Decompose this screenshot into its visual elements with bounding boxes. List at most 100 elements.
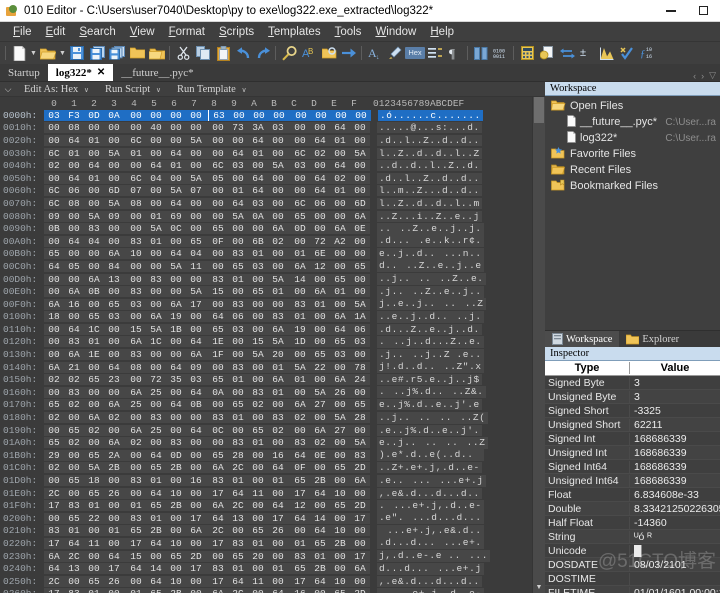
- hex-byte[interactable]: 00: [268, 198, 288, 209]
- hex-byte[interactable]: 2B: [310, 563, 330, 574]
- hex-byte[interactable]: 10: [166, 538, 186, 549]
- hex-byte[interactable]: 00: [166, 425, 186, 436]
- menu-format[interactable]: Format: [162, 24, 212, 40]
- hex-byte[interactable]: 6A: [330, 223, 350, 234]
- hex-byte[interactable]: 01: [228, 374, 248, 385]
- hex-byte[interactable]: 65: [330, 336, 350, 347]
- hex-byte[interactable]: 15: [126, 551, 146, 562]
- hex-byte[interactable]: 00: [44, 349, 64, 360]
- hex-byte[interactable]: 17: [186, 513, 206, 524]
- byte-order-icon[interactable]: [425, 43, 445, 63]
- hex-byte[interactable]: 83: [268, 311, 288, 322]
- hex-byte[interactable]: 00: [186, 148, 206, 159]
- hex-byte[interactable]: 00: [228, 223, 248, 234]
- hex-byte[interactable]: 00: [146, 261, 166, 272]
- hex-byte[interactable]: 00: [166, 412, 186, 423]
- hex-byte[interactable]: 2B: [146, 525, 166, 536]
- tree-item[interactable]: Open Files: [545, 98, 720, 114]
- hex-row[interactable]: 00B0h: 65 00 00 6A 10 00 64 04 00 83 01 00 01 6E 00 00 e.…: [0, 247, 532, 261]
- hex-byte[interactable]: 6A: [126, 387, 146, 398]
- hex-byte[interactable]: 00: [126, 311, 146, 322]
- hex-row-ascii[interactable]: .e"....d...d...: [377, 512, 484, 525]
- hex-byte[interactable]: 09: [104, 211, 124, 222]
- hex-byte[interactable]: 00: [84, 248, 104, 259]
- hex-byte[interactable]: 5A: [350, 299, 370, 310]
- hex-byte[interactable]: 00: [268, 437, 288, 448]
- hex-byte[interactable]: 83: [228, 538, 248, 549]
- hex-byte[interactable]: 64: [186, 387, 206, 398]
- hex-byte[interactable]: 04: [84, 236, 104, 247]
- hex-row-ascii[interactable]: .j....Z..e..j..: [377, 285, 484, 298]
- hex-byte[interactable]: 6A: [268, 374, 288, 385]
- hex-byte[interactable]: 02: [290, 412, 310, 423]
- hex-byte[interactable]: 01: [248, 437, 268, 448]
- hex-row[interactable]: 0260h:1783010001652B006A2C00641600652D.…: [0, 587, 532, 593]
- hex-byte[interactable]: 04: [146, 173, 166, 184]
- hex-byte[interactable]: 00: [268, 135, 288, 146]
- compare-icon[interactable]: [537, 43, 557, 63]
- hex-byte[interactable]: 00: [290, 387, 310, 398]
- hex-byte[interactable]: 64: [186, 425, 206, 436]
- hex-byte[interactable]: 23: [104, 374, 124, 385]
- hex-row[interactable]: 00F0h: 6A 16 00 65 03 00 6A 17 00 83 00 00 83 01 00 5A j.…: [0, 298, 532, 311]
- hex-row[interactable]: 0040h: 02 00 64 00 00 64 01 00 6C 03 00 5A 03 00 64 00..…: [0, 159, 532, 172]
- hex-byte[interactable]: 5A: [166, 261, 186, 272]
- hex-byte[interactable]: 00: [248, 513, 268, 524]
- hex-byte[interactable]: 01: [290, 311, 310, 322]
- hex-byte-group[interactable]: 00 83 00 00 6A 25 00 64 0A 00 83 01 00 5A 26 00: [44, 386, 370, 398]
- hex-byte[interactable]: 00: [350, 576, 370, 587]
- hex-byte[interactable]: 00: [126, 223, 146, 234]
- hex-byte[interactable]: 00: [350, 173, 370, 184]
- hex-byte[interactable]: 65: [84, 374, 104, 385]
- tab-future-pyc[interactable]: __future__.pyc*: [113, 64, 201, 81]
- hex-byte-group[interactable]: 17 64 11 00 17 64 10 00 17 83 01 00 01 65 2B 00: [44, 537, 370, 549]
- hex-byte[interactable]: 64: [64, 173, 84, 184]
- hex-byte[interactable]: 00: [64, 248, 84, 259]
- hex-byte[interactable]: 65: [330, 462, 350, 473]
- hex-byte[interactable]: 20: [268, 349, 288, 360]
- menu-scripts[interactable]: Scripts: [212, 24, 261, 40]
- hex-byte[interactable]: 83: [166, 437, 186, 448]
- hex-byte[interactable]: 00: [166, 274, 186, 285]
- hex-byte[interactable]: 00: [126, 462, 146, 473]
- hex-byte[interactable]: 65: [310, 538, 330, 549]
- hex-row-ascii[interactable]: j!.d..d....Z".x: [377, 361, 484, 374]
- hex-byte[interactable]: 64: [146, 160, 166, 171]
- hex-byte[interactable]: 72: [310, 236, 330, 247]
- hex-byte[interactable]: 0C: [166, 223, 186, 234]
- hex-row-ascii[interactable]: .e..j%.d..e..j'.: [377, 424, 482, 436]
- hex-byte[interactable]: 00: [44, 513, 64, 524]
- hex-byte-group[interactable]: 00 65 18 00 83 01 00 16 83 01 00 01 65 2B 00 6A: [44, 475, 370, 487]
- hex-byte[interactable]: 64: [44, 563, 64, 574]
- hex-row-ascii[interactable]: ..Z+.e+.j,.d..e-: [377, 462, 482, 474]
- hex-byte[interactable]: 00: [208, 148, 228, 159]
- new-file-icon[interactable]: [9, 43, 29, 63]
- hex-byte[interactable]: F3: [64, 110, 84, 121]
- hex-byte[interactable]: 64: [146, 450, 166, 461]
- hex-byte[interactable]: 00: [186, 500, 206, 511]
- hex-byte[interactable]: 65: [248, 425, 268, 436]
- hex-byte[interactable]: 6A: [104, 399, 124, 410]
- tree-item[interactable]: Favorite Files: [545, 146, 720, 162]
- hex-byte[interactable]: 29: [44, 450, 64, 461]
- hex-byte[interactable]: 5A: [146, 223, 166, 234]
- hex-byte[interactable]: 00: [208, 437, 228, 448]
- hex-byte[interactable]: 09: [44, 211, 64, 222]
- hex-byte[interactable]: 16: [64, 299, 84, 310]
- hex-byte[interactable]: 00: [166, 349, 186, 360]
- hex-byte[interactable]: 2C: [228, 500, 248, 511]
- hex-byte[interactable]: 00: [330, 450, 350, 461]
- hex-byte[interactable]: 64: [64, 236, 84, 247]
- hex-byte[interactable]: 00: [166, 525, 186, 536]
- hex-byte-group[interactable]: 02 00 6A 02 00 83 00 00 83 01 00 83 02 00 5A 28: [44, 412, 370, 424]
- hex-byte[interactable]: 08: [64, 122, 84, 133]
- pin-icon[interactable]: ⌵: [0, 84, 16, 95]
- hex-byte[interactable]: 64: [64, 538, 84, 549]
- hex-byte[interactable]: 00: [248, 475, 268, 486]
- hex-byte[interactable]: 65: [44, 437, 64, 448]
- inspector-row[interactable]: Signed Byte 3: [545, 376, 720, 390]
- hex-byte[interactable]: 00: [310, 223, 330, 234]
- hex-byte[interactable]: 83: [248, 387, 268, 398]
- hex-byte[interactable]: 1E: [84, 349, 104, 360]
- hex-byte[interactable]: 2B: [104, 462, 124, 473]
